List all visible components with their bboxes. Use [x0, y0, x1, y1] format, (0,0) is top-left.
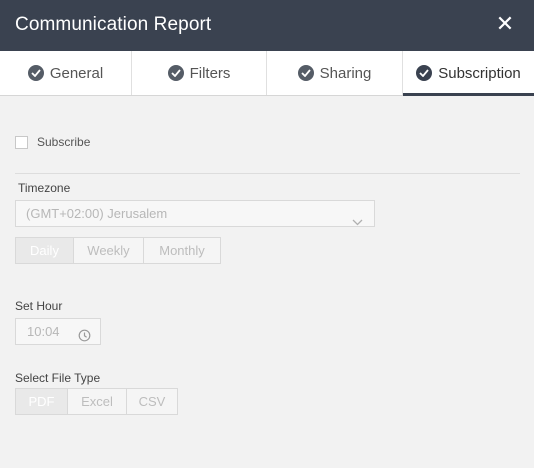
hour-value: 10:04 — [27, 324, 60, 339]
tab-label: Subscription — [438, 64, 521, 82]
check-circle-icon — [27, 65, 44, 81]
subscribe-row[interactable]: Subscribe — [15, 135, 90, 149]
file-type-pdf-button[interactable]: PDF — [15, 388, 68, 415]
chevron-down-icon — [352, 209, 363, 234]
file-type-csv-button[interactable]: CSV — [126, 388, 178, 415]
file-type-excel-button[interactable]: Excel — [67, 388, 127, 415]
tab-general[interactable]: General — [0, 51, 132, 95]
tab-bar: General Filters Sharing Subscription — [0, 51, 534, 96]
file-type-label: Select File Type — [15, 371, 101, 385]
frequency-weekly-button[interactable]: Weekly — [73, 237, 144, 264]
frequency-monthly-button[interactable]: Monthly — [143, 237, 221, 264]
set-hour-label: Set Hour — [15, 299, 63, 313]
tab-filters[interactable]: Filters — [132, 51, 267, 95]
timezone-select[interactable]: (GMT+02:00) Jerusalem — [15, 200, 375, 227]
frequency-group: Daily Weekly Monthly — [15, 237, 221, 264]
tab-label: Filters — [189, 64, 231, 82]
hour-input[interactable]: 10:04 — [15, 318, 101, 345]
file-type-group: PDF Excel CSV — [15, 388, 178, 415]
subscribe-label: Subscribe — [37, 135, 91, 149]
clock-icon — [78, 325, 91, 350]
timezone-value: (GMT+02:00) Jerusalem — [26, 206, 168, 221]
timezone-label: Timezone — [18, 181, 71, 195]
close-icon[interactable]: ✕ — [494, 13, 516, 35]
check-circle-icon — [167, 65, 184, 81]
tab-subscription[interactable]: Subscription — [403, 51, 534, 96]
window-header: Communication Report ✕ — [0, 0, 534, 51]
divider — [15, 173, 520, 174]
subscription-panel: Subscribe Timezone (GMT+02:00) Jerusalem… — [0, 96, 534, 468]
window-title: Communication Report — [15, 14, 212, 35]
tab-sharing[interactable]: Sharing — [267, 51, 403, 95]
subscribe-checkbox[interactable] — [15, 135, 28, 149]
check-circle-icon — [416, 65, 433, 81]
frequency-daily-button[interactable]: Daily — [15, 237, 74, 264]
tab-label: General — [49, 64, 104, 82]
check-circle-icon — [297, 65, 314, 81]
tab-label: Sharing — [319, 64, 372, 82]
